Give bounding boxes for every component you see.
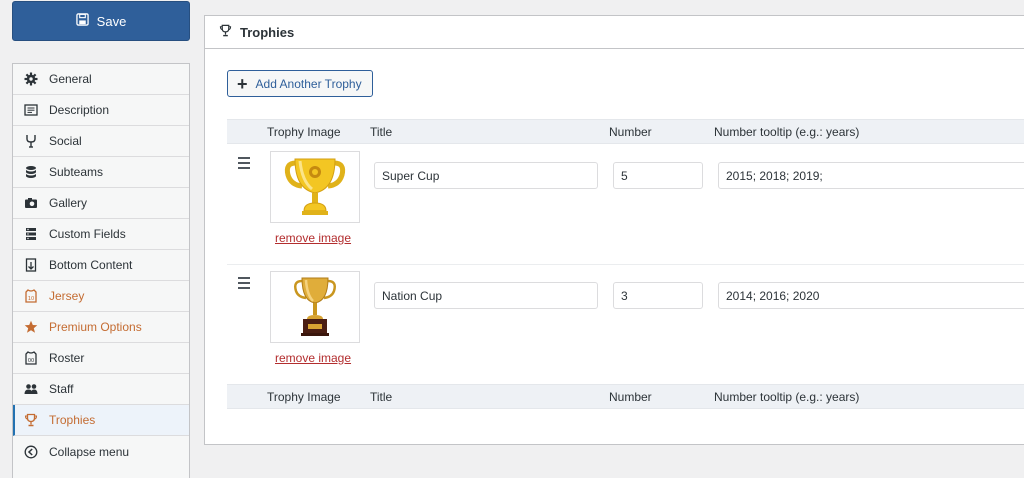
trophy-number-input[interactable] (613, 282, 703, 309)
remove-image-link[interactable]: remove image (275, 351, 351, 365)
gear-icon (24, 72, 38, 86)
column-header-image: Trophy Image (267, 390, 341, 404)
drag-handle-icon[interactable] (238, 277, 250, 292)
collapse-menu-button[interactable]: Collapse menu (13, 436, 189, 467)
drag-handle-icon[interactable] (238, 157, 250, 172)
trophy-title-input[interactable] (374, 282, 598, 309)
sidebar-item-custom-fields[interactable]: Custom Fields (13, 219, 189, 250)
column-header-number: Number (609, 390, 652, 404)
sidebar-item-label: Description (49, 103, 110, 117)
sidebar-item-subteams[interactable]: Subteams (13, 157, 189, 188)
sidebar-item-jersey[interactable]: 10 Jersey (13, 281, 189, 312)
users-icon (24, 382, 38, 396)
trophy-title-input[interactable] (374, 162, 598, 189)
remove-image-link[interactable]: remove image (275, 231, 351, 245)
sidebar-item-trophies[interactable]: Trophies (13, 405, 189, 436)
gold-cup-icon (284, 158, 346, 215)
sidebar-item-label: Collapse menu (49, 444, 130, 459)
trophy-icon (219, 24, 232, 40)
trophies-panel: Trophies + Add Another Trophy Trophy Ima… (204, 15, 1024, 445)
column-header-title: Title (370, 125, 393, 139)
sidebar-item-label: Subteams (49, 165, 104, 179)
sidebar-item-general[interactable]: General (13, 64, 189, 95)
table-row: remove image (227, 145, 1024, 265)
save-icon (75, 13, 89, 29)
trophy-image[interactable] (270, 151, 360, 223)
trophy-number-input[interactable] (613, 162, 703, 189)
sidebar-item-label: Roster (49, 351, 85, 365)
column-header-tooltip: Number tooltip (e.g.: years) (714, 125, 860, 139)
sidebar-item-label: Gallery (49, 196, 88, 210)
bottom-content-icon (24, 258, 38, 272)
sidebar-menu: General Description Social Subteams Gall… (12, 63, 190, 468)
table-row: remove image (227, 265, 1024, 385)
sidebar-item-social[interactable]: Social (13, 126, 189, 157)
plus-icon: + (237, 73, 248, 94)
sidebar-item-roster[interactable]: 00 Roster (13, 343, 189, 374)
table-footer: Trophy Image Title Number Number tooltip… (227, 384, 1024, 409)
save-label: Save (96, 13, 127, 29)
sidebar-item-description[interactable]: Description (13, 95, 189, 126)
column-header-title: Title (370, 390, 393, 404)
database-icon (24, 165, 38, 179)
bronze-cup-icon (294, 277, 336, 336)
sidebar-item-label: General (49, 72, 92, 86)
sidebar-item-label: Staff (49, 382, 74, 396)
sidebar-item-premium-options[interactable]: Premium Options (13, 312, 189, 343)
fields-icon (24, 227, 38, 241)
add-trophy-label: Add Another Trophy (255, 76, 362, 91)
sidebar-item-label: Trophies (49, 413, 96, 427)
roster-icon: 00 (24, 351, 38, 365)
save-button[interactable]: Save (12, 1, 190, 41)
trophy-image[interactable] (270, 271, 360, 343)
sidebar-item-label: Premium Options (49, 320, 142, 334)
column-header-number: Number (609, 125, 652, 139)
svg-text:10: 10 (28, 296, 34, 302)
sidebar-item-label: Social (49, 134, 82, 148)
star-icon (24, 320, 38, 334)
column-header-image: Trophy Image (267, 125, 341, 139)
sidebar-item-staff[interactable]: Staff (13, 374, 189, 405)
sidebar-item-label: Bottom Content (49, 258, 133, 272)
column-header-tooltip: Number tooltip (e.g.: years) (714, 390, 860, 404)
sidebar-item-gallery[interactable]: Gallery (13, 188, 189, 219)
sidebar-item-label: Jersey (49, 289, 85, 303)
panel-header: Trophies (205, 16, 1024, 49)
table-header: Trophy Image Title Number Number tooltip… (227, 119, 1024, 144)
sidebar-next-box (12, 466, 190, 478)
sidebar-item-label: Custom Fields (49, 227, 126, 241)
trophy-tooltip-input[interactable] (718, 162, 1024, 189)
add-trophy-button[interactable]: + Add Another Trophy (227, 70, 373, 97)
description-icon (24, 103, 38, 117)
sidebar-item-bottom-content[interactable]: Bottom Content (13, 250, 189, 281)
trophy-icon (24, 413, 38, 427)
camera-icon (24, 196, 38, 210)
panel-title: Trophies (240, 24, 295, 40)
svg-text:00: 00 (28, 358, 34, 364)
social-icon (24, 134, 38, 148)
collapse-icon (24, 445, 38, 459)
trophy-tooltip-input[interactable] (718, 282, 1024, 309)
jersey-icon: 10 (24, 289, 38, 303)
